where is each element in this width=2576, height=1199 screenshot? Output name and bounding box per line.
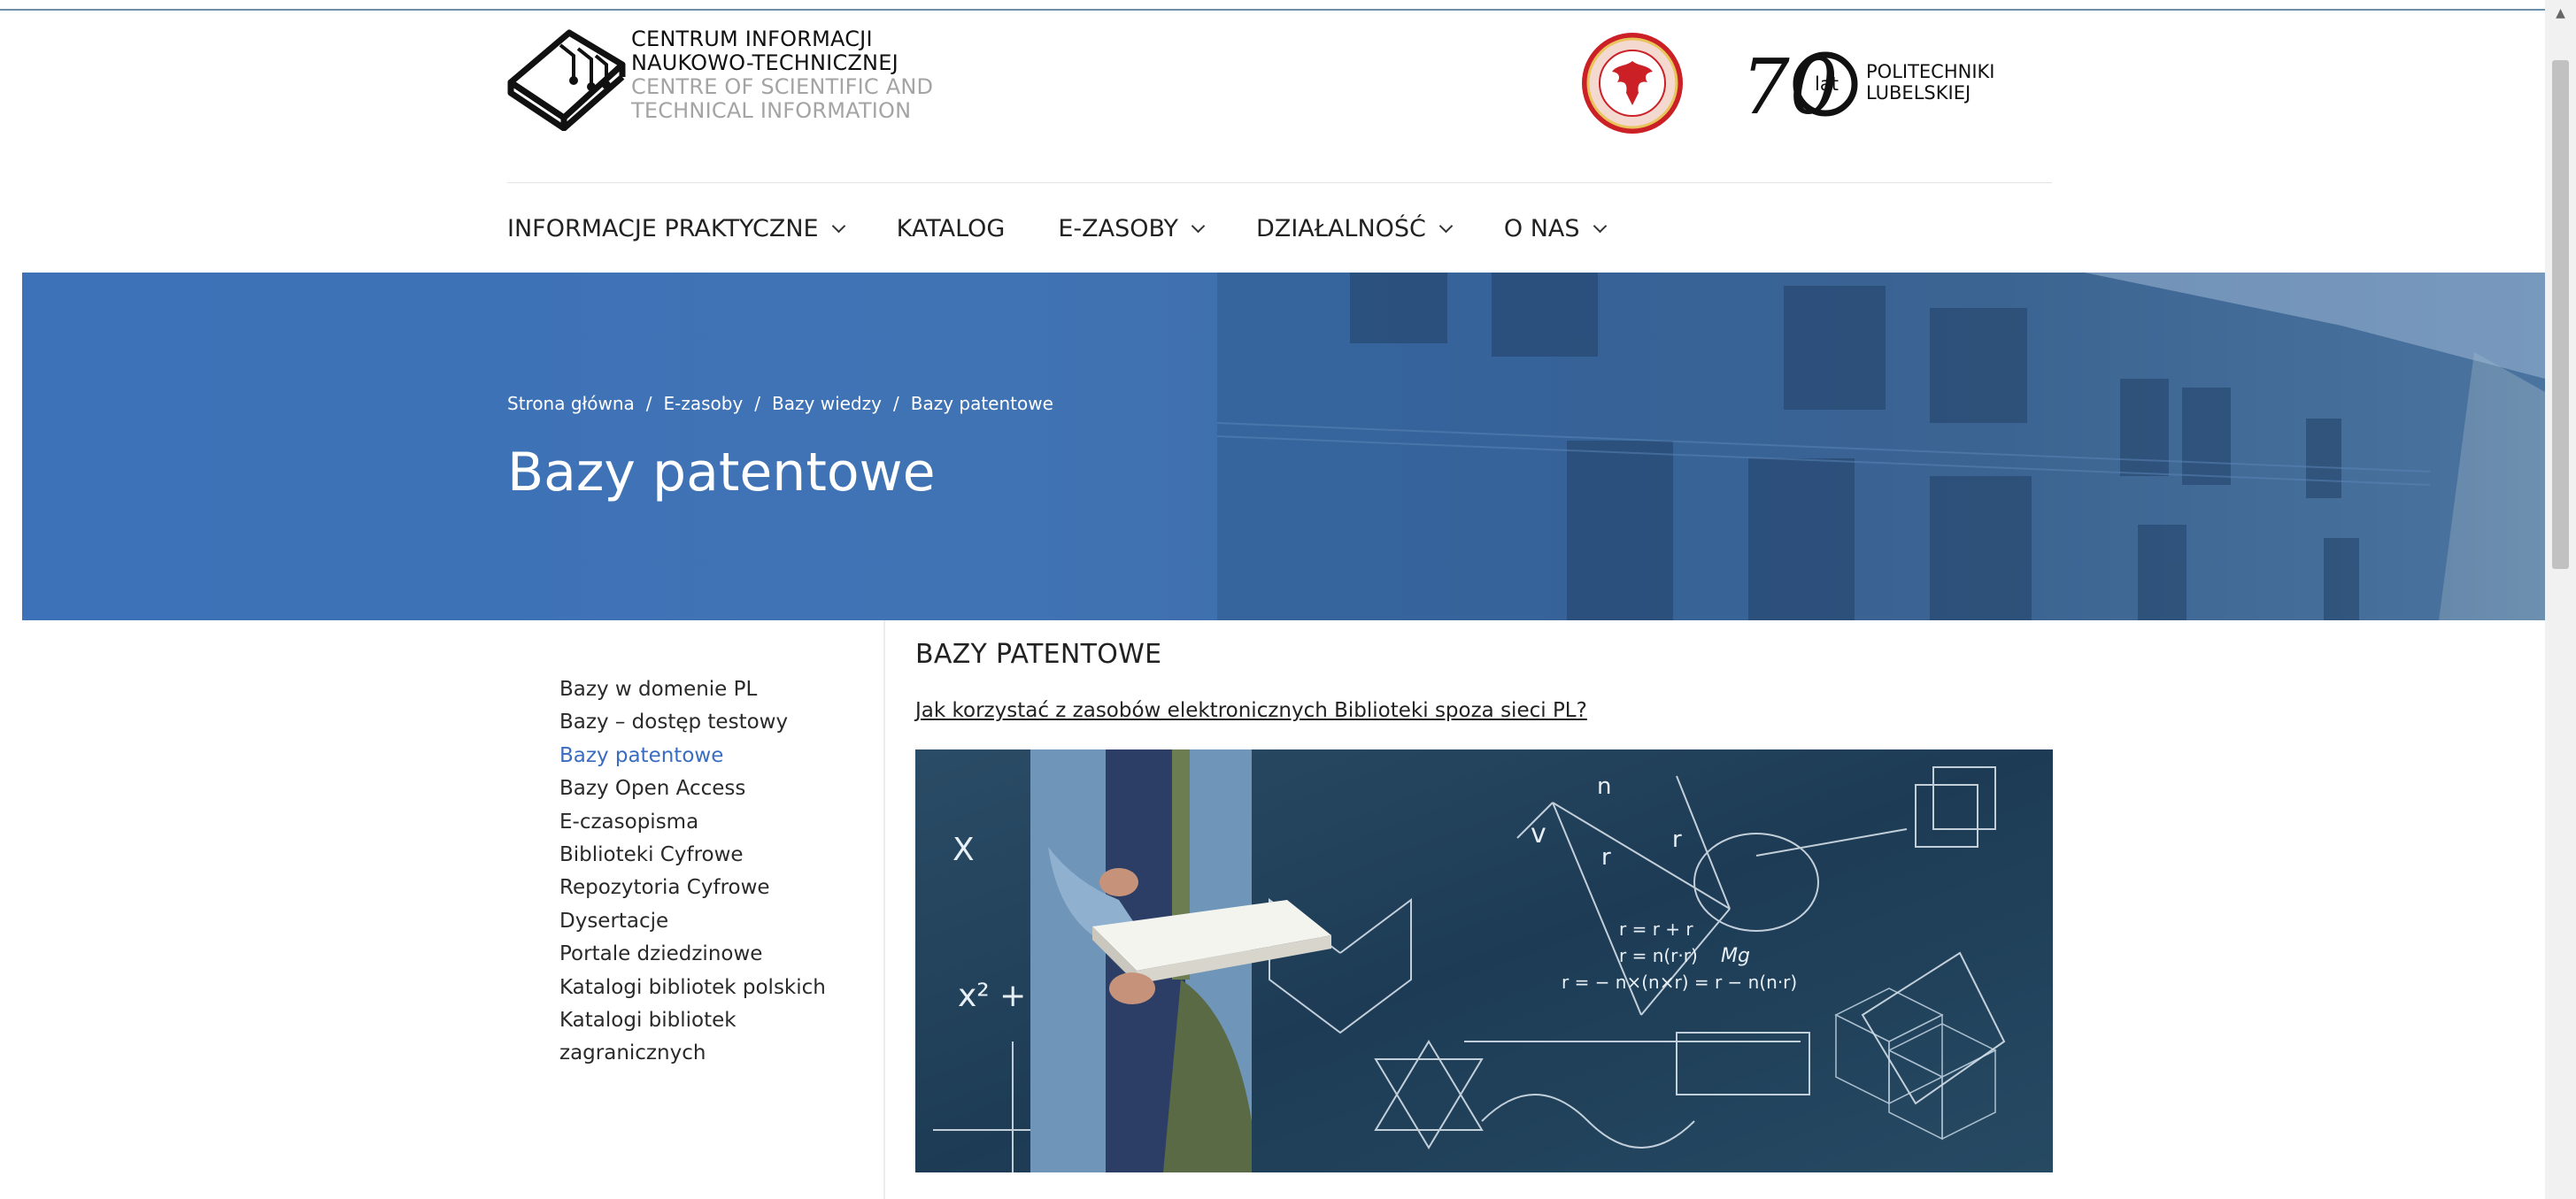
student-formulas-image: n v r r r = r + r r = n(r·r) Mg r = − n×…	[915, 749, 2053, 1172]
nav-item-katalog[interactable]: KATALOG	[897, 215, 1006, 242]
breadcrumb-current: Bazy patentowe	[910, 393, 1053, 414]
formula-text: r = r + r	[1619, 918, 1693, 940]
anniversary-text: POLITECHNIKI LUBELSKIEJ	[1866, 61, 1995, 104]
formula-text: r	[1672, 826, 1682, 853]
formula-text: v	[1531, 819, 1546, 849]
sidebar-item-katalogi-bibliotek-zagranicznych[interactable]: Katalogi bibliotek	[559, 1004, 843, 1037]
anniversary-line-1: POLITECHNIKI	[1866, 61, 1995, 82]
anniversary-logo: 70 lat	[1741, 44, 1858, 124]
anniversary-suffix: lat	[1815, 73, 1839, 95]
scrollbar[interactable]: ▲	[2545, 0, 2576, 1199]
formula-text: n	[1597, 773, 1611, 800]
logo-line-3: CENTRE OF SCIENTIFIC AND	[631, 74, 934, 99]
breadcrumb-separator: /	[645, 393, 652, 414]
sidebar-item-bazy-open-access[interactable]: Bazy Open Access	[559, 772, 843, 805]
sidebar-item-bazy-patentowe[interactable]: Bazy patentowe	[559, 740, 843, 772]
nav-item-o-nas[interactable]: O NAS	[1503, 214, 1607, 242]
chevron-down-icon	[831, 219, 845, 233]
formula-text: r	[1601, 844, 1611, 871]
breadcrumb-link-bazy-wiedzy[interactable]: Bazy wiedzy	[772, 393, 882, 414]
sidebar-item-bazy-w-domenie-pl[interactable]: Bazy w domenie PL	[559, 673, 843, 706]
sidebar-menu: Bazy w domenie PL Bazy – dostęp testowy …	[559, 673, 843, 1071]
sidebar-item-repozytoria-cyfrowe[interactable]: Repozytoria Cyfrowe	[559, 872, 843, 904]
scrollbar-thumb[interactable]	[2552, 60, 2569, 569]
breadcrumb-separator: /	[892, 393, 899, 414]
sidebar-item-dysertacje[interactable]: Dysertacje	[559, 905, 843, 938]
section-title: BAZY PATENTOWE	[915, 639, 1162, 670]
chevron-down-icon	[1438, 219, 1454, 233]
university-emblem-icon[interactable]	[1580, 31, 1685, 135]
sidebar-item-biblioteki-cyfrowe[interactable]: Biblioteki Cyfrowe	[559, 839, 843, 872]
nav-label: KATALOG	[896, 214, 1006, 242]
breadcrumb-link-e-zasoby[interactable]: E-zasoby	[664, 393, 744, 414]
formula-text: Mg	[1721, 945, 1750, 967]
logo-line-1: CENTRUM INFORMACJI	[631, 27, 873, 51]
nav-label: INFORMACJE PRAKTYCZNE	[507, 214, 819, 242]
breadcrumb-separator: /	[754, 393, 761, 414]
sidebar-item-katalogi-bibliotek-polskich[interactable]: Katalogi bibliotek polskich	[559, 972, 843, 1004]
chevron-down-icon	[1593, 219, 1607, 233]
institution-name[interactable]: CENTRUM INFORMACJI NAUKOWO-TECHNICZNEJ C…	[631, 27, 933, 123]
chevron-down-icon	[1191, 219, 1206, 233]
page-title: Bazy patentowe	[507, 442, 936, 503]
circuit-book-logo-icon[interactable]	[507, 29, 627, 131]
main-nav: INFORMACJE PRAKTYCZNE KATALOG E-ZASOBY D…	[507, 209, 1658, 248]
nav-label: DZIAŁALNOŚĆ	[1256, 214, 1426, 242]
sidebar-item-portale-dziedzinowe[interactable]: Portale dziedzinowe	[559, 938, 843, 971]
nav-label: E-ZASOBY	[1058, 214, 1179, 242]
anniversary-line-2: LUBELSKIEJ	[1866, 82, 1971, 104]
hero-banner: Strona główna / E-zasoby / Bazy wiedzy / Bazy …	[22, 273, 2545, 620]
nav-item-dzialalnosc[interactable]: DZIAŁALNOŚĆ	[1256, 214, 1454, 242]
nav-item-informacje-praktyczne[interactable]: INFORMACJE PRAKTYCZNE	[507, 214, 845, 242]
sidebar-item-e-czasopisma[interactable]: E-czasopisma	[559, 806, 843, 839]
sidebar-item-bazy-dostep-testowy[interactable]: Bazy – dostęp testowy	[559, 706, 843, 739]
header-divider	[507, 182, 2052, 183]
nav-item-e-zasoby[interactable]: E-ZASOBY	[1058, 214, 1206, 242]
scroll-up-arrow-icon[interactable]: ▲	[2545, 0, 2576, 27]
remote-access-link[interactable]: Jak korzystać z zasobów elektronicznych …	[915, 699, 1587, 722]
nav-label: O NAS	[1503, 214, 1580, 242]
logo-line-4: TECHNICAL INFORMATION	[631, 98, 912, 123]
formula-text: r = n(r·r)	[1619, 945, 1698, 966]
sidebar-item-katalogi-bibliotek-zagranicznych-cont[interactable]: zagranicznych	[559, 1037, 843, 1070]
formula-text: X	[953, 832, 975, 868]
top-border	[0, 9, 2545, 11]
breadcrumb-link-home[interactable]: Strona główna	[507, 393, 635, 414]
formula-text: r = − n×(n×r) = r − n(n·r)	[1562, 972, 1797, 993]
logo-line-2: NAUKOWO-TECHNICZNEJ	[631, 50, 899, 75]
breadcrumb: Strona główna / E-zasoby / Bazy wiedzy / Bazy …	[507, 393, 1053, 414]
column-divider	[883, 620, 885, 1199]
building-illustration	[1216, 273, 2545, 620]
